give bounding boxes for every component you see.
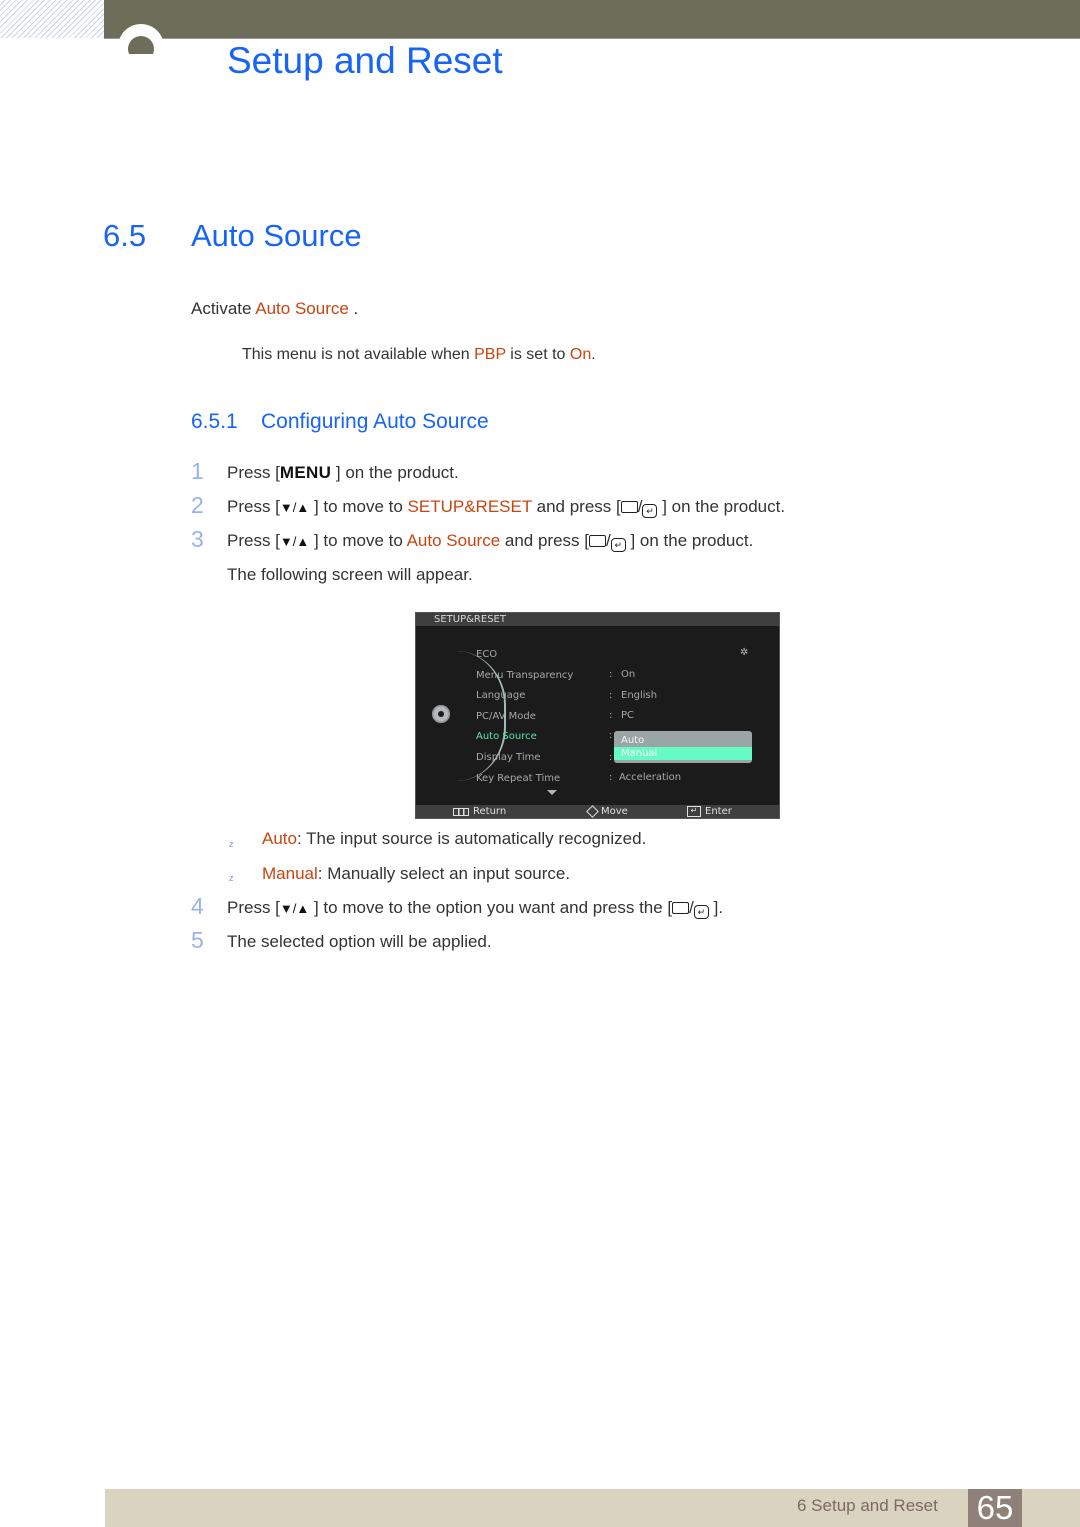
osd-colon: : [609, 730, 613, 741]
step-text: Press [ [227, 531, 280, 550]
down-up-arrows-icon: ▼/▲ [279, 901, 310, 916]
osd-item-display-time: Display Time [476, 752, 541, 763]
move-icon [586, 805, 599, 818]
osd-footer-enter-label: Enter [705, 806, 732, 817]
step-text: Press [ [227, 497, 280, 516]
osd-value-menu-transparency: On [621, 669, 636, 680]
step-number-5: 5 [191, 927, 204, 953]
step-number-2: 2 [191, 492, 204, 518]
option-auto: Auto: The input source is automatically … [262, 829, 646, 849]
osd-colon: : [609, 752, 613, 763]
osd-auto-source-dropdown: Auto Manual [614, 731, 752, 763]
source-button-icon [620, 501, 638, 513]
osd-item-auto-source: Auto Source [476, 731, 537, 742]
step-number-1: 1 [191, 458, 204, 484]
step-text: ] on the product. [625, 531, 754, 550]
return-icon [453, 807, 469, 816]
note-paragraph: This menu is not available when PBP is s… [242, 346, 596, 364]
option-desc: : Manually select an input source. [317, 864, 571, 883]
osd-footer-move: Move [586, 805, 628, 818]
option-name: Auto [262, 829, 297, 848]
chapter-header-bar [104, 0, 1080, 39]
osd-option-manual: Manual [614, 747, 752, 760]
enter-button-icon: ↵ [693, 905, 709, 919]
osd-item-menu-transparency: Menu Transparency [476, 670, 574, 681]
section-title: Auto Source [191, 218, 362, 253]
header-hatch-pattern [0, 0, 104, 38]
bullet-icon: z [229, 873, 234, 883]
note-highlight-on: On [569, 346, 592, 363]
osd-menu-screenshot: SETUP&RESET ✲ ECO Menu Transparency : On… [415, 612, 780, 819]
step-5: The selected option will be applied. [227, 932, 492, 951]
option-desc: : The input source is automatically reco… [296, 829, 647, 848]
step-text: ]. [708, 898, 724, 917]
eco-icon: ✲ [740, 647, 749, 658]
osd-value-key-repeat-time: Acceleration [619, 772, 682, 783]
osd-colon: : [609, 690, 613, 701]
option-manual: Manual: Manually select an input source. [262, 864, 570, 884]
menu-key-label: MENU [279, 463, 332, 482]
osd-item-eco: ECO [476, 649, 498, 660]
osd-option-auto: Auto [621, 735, 645, 746]
intro-prefix: Activate [191, 299, 256, 318]
bullet-icon: z [229, 839, 234, 849]
step-text: ] to move to the option you want and pre… [309, 898, 673, 917]
enter-icon: ↵ [687, 806, 701, 817]
enter-button-icon: ↵ [610, 538, 626, 552]
step-text: and press [ [500, 531, 589, 550]
step-text: ] on the product. [331, 463, 459, 482]
note-middle: is set to [505, 346, 570, 363]
following-screen-text: The following screen will appear. [227, 565, 473, 584]
option-name: Manual [262, 864, 318, 883]
intro-suffix: . [348, 299, 359, 318]
step-text: ] to move to [309, 497, 408, 516]
osd-footer-return-label: Return [473, 806, 507, 817]
intro-paragraph: Activate Auto Source . [191, 299, 358, 319]
step-1: Press [MENU ] on the product. [227, 463, 459, 483]
step-text: and press [ [531, 497, 621, 516]
chapter-title: Setup and Reset [227, 40, 503, 81]
osd-footer-move-label: Move [601, 806, 628, 817]
osd-item-pc-av-mode: PC/AV Mode [476, 711, 536, 722]
osd-colon: : [609, 669, 613, 680]
section-number: 6.5 [103, 218, 147, 253]
subsection-title: Configuring Auto Source [261, 410, 489, 433]
chapter-circle-icon [118, 24, 164, 54]
step-text: Press [ [227, 463, 280, 482]
osd-footer: Return Move ↵ Enter [416, 805, 779, 818]
intro-highlight: Auto Source [255, 299, 349, 318]
step-number-4: 4 [191, 893, 204, 919]
note-suffix: . [591, 346, 596, 363]
gear-icon [432, 705, 450, 723]
osd-title: SETUP&RESET [416, 613, 779, 626]
osd-colon: : [609, 710, 613, 721]
step-highlight: SETUP&RESET [407, 497, 532, 516]
scroll-down-arrow-icon [547, 790, 557, 795]
step-3: Press [▼/▲ ] to move to Auto Source and … [227, 531, 754, 552]
step-text: Press [ [227, 898, 280, 917]
osd-value-pc-av-mode: PC [621, 710, 635, 721]
source-button-icon [588, 535, 606, 547]
step-2: Press [▼/▲ ] to move to SETUP&RESET and … [227, 497, 786, 518]
step-text: ] to move to [309, 531, 407, 550]
source-button-icon [672, 902, 690, 914]
osd-item-key-repeat-time: Key Repeat Time [476, 773, 561, 784]
osd-item-language: Language [476, 690, 526, 701]
note-highlight-pbp: PBP [474, 346, 506, 363]
footer-chapter-label: 6 Setup and Reset [797, 1496, 938, 1515]
step-4: Press [▼/▲ ] to move to the option you w… [227, 898, 724, 919]
step-number-3: 3 [191, 526, 204, 552]
page-number: 65 [968, 1489, 1022, 1527]
osd-colon: : [609, 772, 613, 783]
step-text: ] on the product. [657, 497, 786, 516]
osd-footer-return: Return [453, 805, 506, 818]
osd-footer-enter: ↵ Enter [687, 805, 732, 818]
enter-button-icon: ↵ [642, 504, 658, 518]
subsection-number: 6.5.1 [191, 410, 238, 433]
note-prefix: This menu is not available when [242, 346, 475, 363]
down-up-arrows-icon: ▼/▲ [279, 500, 310, 515]
osd-value-language: English [621, 690, 658, 701]
down-up-arrows-icon: ▼/▲ [279, 534, 310, 549]
step-highlight: Auto Source [406, 531, 501, 550]
